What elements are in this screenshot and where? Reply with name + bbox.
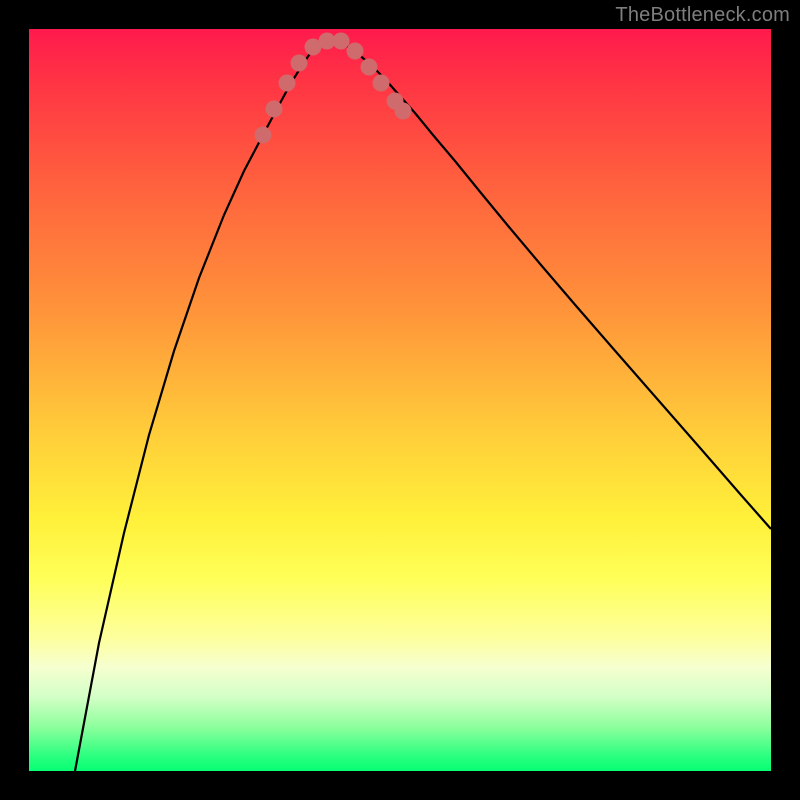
marker-dot [291,55,308,72]
chart-canvas [29,29,771,771]
marker-dot [279,75,296,92]
watermark-text: TheBottleneck.com [615,4,790,27]
marker-dot [395,103,412,120]
marker-dot [373,75,390,92]
marker-dot [266,101,283,118]
marker-dot [347,43,364,60]
highlight-markers [255,33,412,144]
plot-svg [29,29,771,771]
marker-dot [255,127,272,144]
bottleneck-curve [75,41,771,771]
marker-dot [361,59,378,76]
marker-dot [333,33,350,50]
